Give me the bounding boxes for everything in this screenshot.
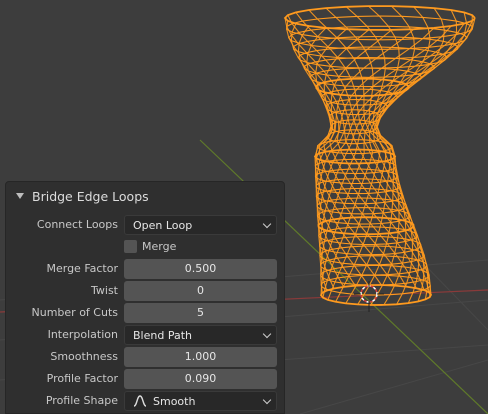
profile-shape-row: Profile Shape Smooth (6, 391, 284, 413)
twist-field[interactable]: 0 (124, 281, 277, 301)
interpolation-label: Interpolation (47, 328, 118, 341)
wireframe-mesh[interactable] (283, 5, 476, 306)
collapse-chevron-icon[interactable] (16, 193, 24, 199)
merge-label[interactable]: Merge (142, 238, 176, 256)
chevron-down-icon (262, 219, 272, 229)
profile-factor-field[interactable]: 0.090 (124, 369, 277, 389)
connect-loops-dropdown[interactable]: Open Loop (124, 215, 277, 235)
profile-shape-value: Smooth (153, 395, 196, 408)
connect-loops-row: Connect Loops Open Loop (6, 215, 284, 237)
interpolation-value: Blend Path (133, 329, 192, 342)
mesh-edge-column[interactable] (368, 5, 400, 306)
panel-header[interactable]: Bridge Edge Loops (6, 182, 284, 210)
connect-loops-value: Open Loop (133, 219, 193, 232)
mesh-edge-loop[interactable] (303, 56, 435, 78)
merge-factor-row: Merge Factor 0.500 (6, 259, 284, 281)
mesh-edge-column[interactable] (316, 25, 452, 288)
merge-checkbox[interactable] (124, 240, 137, 253)
interpolation-dropdown[interactable]: Blend Path (124, 325, 277, 345)
twist-row: Twist 0 (6, 281, 284, 303)
chevron-down-icon (262, 329, 272, 339)
twist-label: Twist (91, 284, 118, 297)
chevron-down-icon (262, 395, 272, 405)
merge-factor-field[interactable]: 0.500 (124, 259, 277, 279)
profile-shape-label: Profile Shape (45, 394, 118, 407)
merge-factor-label: Merge Factor (46, 262, 118, 275)
number-of-cuts-label: Number of Cuts (31, 306, 118, 319)
number-of-cuts-field[interactable]: 5 (124, 303, 277, 323)
connect-loops-label: Connect Loops (36, 218, 118, 231)
panel-title: Bridge Edge Loops (32, 188, 149, 204)
profile-factor-row: Profile Factor 0.090 (6, 369, 284, 391)
interpolation-row: Interpolation Blend Path (6, 325, 284, 347)
profile-factor-label: Profile Factor (46, 372, 118, 385)
smooth-curve-icon (133, 395, 147, 407)
smoothness-field[interactable]: 1.000 (124, 347, 277, 367)
smoothness-row: Smoothness 1.000 (6, 347, 284, 369)
number-of-cuts-row: Number of Cuts 5 (6, 303, 284, 325)
bridge-edge-loops-panel: Bridge Edge Loops Connect Loops Open Loo… (5, 181, 285, 414)
merge-row: Merge (6, 238, 284, 260)
profile-shape-dropdown[interactable]: Smooth (124, 391, 277, 411)
smoothness-label: Smoothness (50, 350, 118, 363)
